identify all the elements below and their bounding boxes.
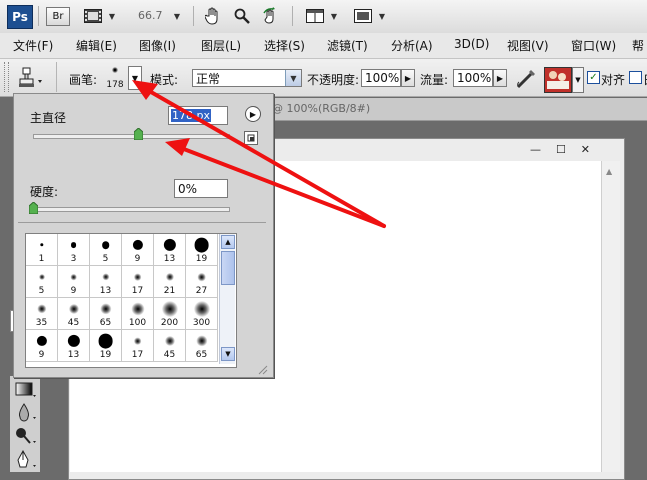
annotation-arrowhead (165, 138, 190, 156)
annotation-arrows (132, 80, 386, 228)
annotation-arrow-line (142, 86, 386, 228)
annotation-arrow-line (174, 144, 386, 228)
annotation-arrowhead (132, 80, 158, 100)
